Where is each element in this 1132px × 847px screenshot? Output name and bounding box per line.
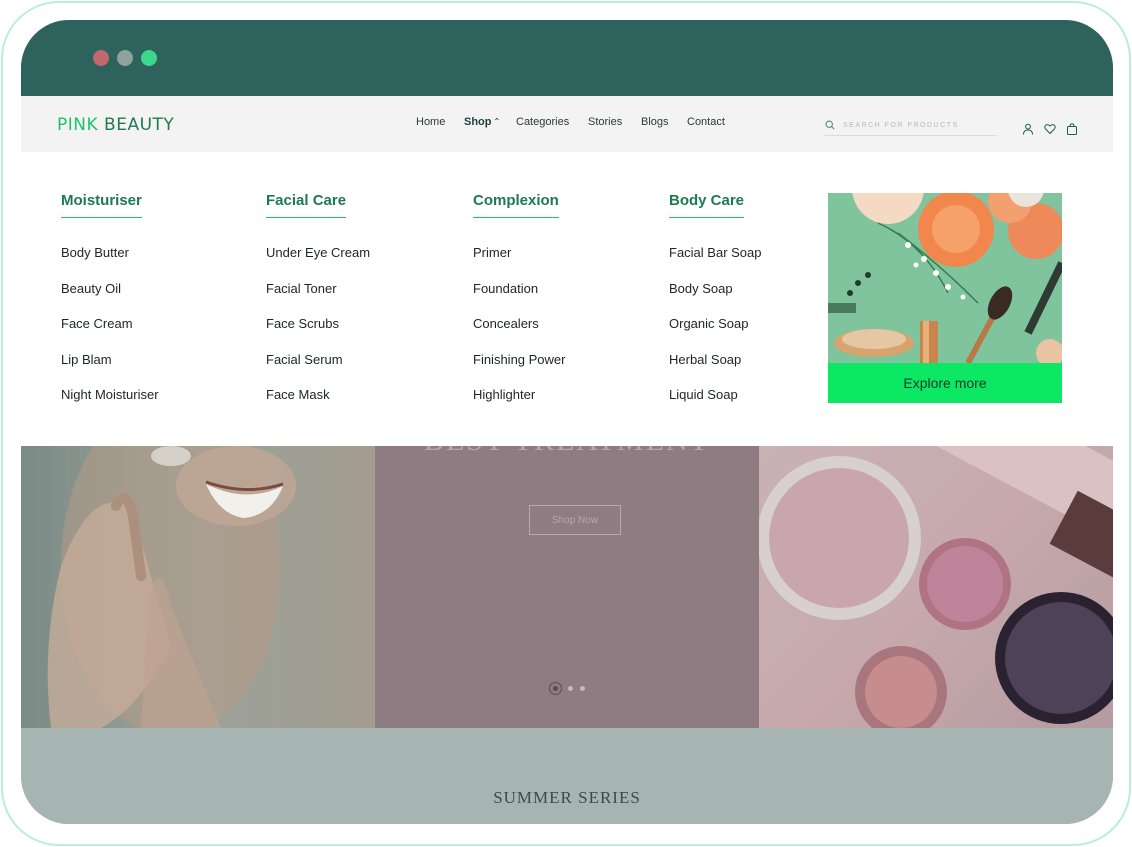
window-titlebar: [21, 20, 1113, 96]
menu-item[interactable]: Under Eye Cream: [266, 245, 370, 260]
menu-item[interactable]: Concealers: [473, 316, 539, 331]
menu-item[interactable]: Organic Soap: [669, 316, 749, 331]
menu-item[interactable]: Liquid Soap: [669, 387, 738, 402]
menu-item[interactable]: Highlighter: [473, 387, 535, 402]
carousel-dot-3[interactable]: [580, 686, 585, 691]
maximize-window-button[interactable]: [141, 50, 157, 66]
menu-heading[interactable]: Body Care: [669, 192, 745, 218]
minimize-window-button[interactable]: [117, 50, 133, 66]
menu-item[interactable]: Facial Toner: [266, 281, 337, 296]
menu-item[interactable]: Face Scrubs: [266, 316, 339, 331]
nav-categories[interactable]: Categories: [516, 116, 569, 128]
search-icon: [825, 120, 835, 130]
menu-item[interactable]: Body Soap: [669, 281, 733, 296]
carousel-dots: [549, 682, 589, 696]
menu-item[interactable]: Herbal Soap: [669, 352, 741, 367]
nav-contact[interactable]: Contact: [687, 116, 725, 128]
site-header: PINK BEAUTY Home Shop ⌃ Categories Storie…: [21, 96, 1113, 152]
promo-image: [828, 193, 1062, 363]
menu-heading[interactable]: Complexion: [473, 192, 559, 218]
menu-item[interactable]: Body Butter: [61, 245, 129, 260]
brand-name-part2: BEAUTY: [104, 115, 175, 135]
hero-carousel: BEST TREATMENT Shop Now: [21, 424, 1113, 728]
browser-window: BEST TREATMENT Shop Now: [21, 20, 1113, 824]
menu-item[interactable]: Face Mask: [266, 387, 330, 402]
menu-item[interactable]: Lip Blam: [61, 352, 112, 367]
hero-center-panel: BEST TREATMENT Shop Now: [375, 424, 759, 728]
nav-stories[interactable]: Stories: [588, 116, 622, 128]
shop-mega-menu: Moisturiser Body Butter Beauty Oil Face …: [21, 152, 1113, 446]
user-icon[interactable]: [1022, 123, 1034, 135]
section-title: SUMMER SERIES: [493, 788, 641, 807]
close-window-button[interactable]: [93, 50, 109, 66]
search-input[interactable]: [843, 118, 993, 132]
nav-blogs[interactable]: Blogs: [641, 116, 669, 128]
brand-logo[interactable]: PINK BEAUTY: [57, 115, 174, 135]
menu-item[interactable]: Primer: [473, 245, 511, 260]
menu-item[interactable]: Facial Serum: [266, 352, 343, 367]
nav-home[interactable]: Home: [416, 116, 445, 128]
hero-cosmetics-image: [759, 446, 1113, 728]
promo-card: Explore more: [828, 193, 1062, 403]
carousel-dot-1[interactable]: [549, 682, 562, 695]
brand-name-part1: PINK: [57, 115, 99, 135]
menu-item[interactable]: Finishing Power: [473, 352, 566, 367]
menu-item[interactable]: Beauty Oil: [61, 281, 121, 296]
menu-item[interactable]: Face Cream: [61, 316, 133, 331]
hero-model-image: [21, 446, 375, 728]
summer-series-section: SUMMER SERIES: [21, 728, 1113, 824]
heart-icon[interactable]: [1044, 123, 1056, 135]
explore-more-button[interactable]: Explore more: [828, 363, 1062, 403]
menu-item[interactable]: Night Moisturiser: [61, 387, 159, 402]
menu-item[interactable]: Facial Bar Soap: [669, 245, 762, 260]
search-bar[interactable]: [825, 118, 997, 136]
nav-shop-label: Shop: [464, 116, 492, 128]
menu-heading[interactable]: Facial Care: [266, 192, 347, 218]
chevron-up-icon: ⌃: [493, 117, 501, 126]
shop-now-button[interactable]: Shop Now: [529, 505, 621, 535]
menu-item[interactable]: Foundation: [473, 281, 538, 296]
nav-shop[interactable]: Shop ⌃: [464, 116, 500, 128]
bag-icon[interactable]: [1066, 123, 1078, 135]
carousel-dot-2[interactable]: [568, 686, 573, 691]
menu-heading[interactable]: Moisturiser: [61, 192, 142, 218]
